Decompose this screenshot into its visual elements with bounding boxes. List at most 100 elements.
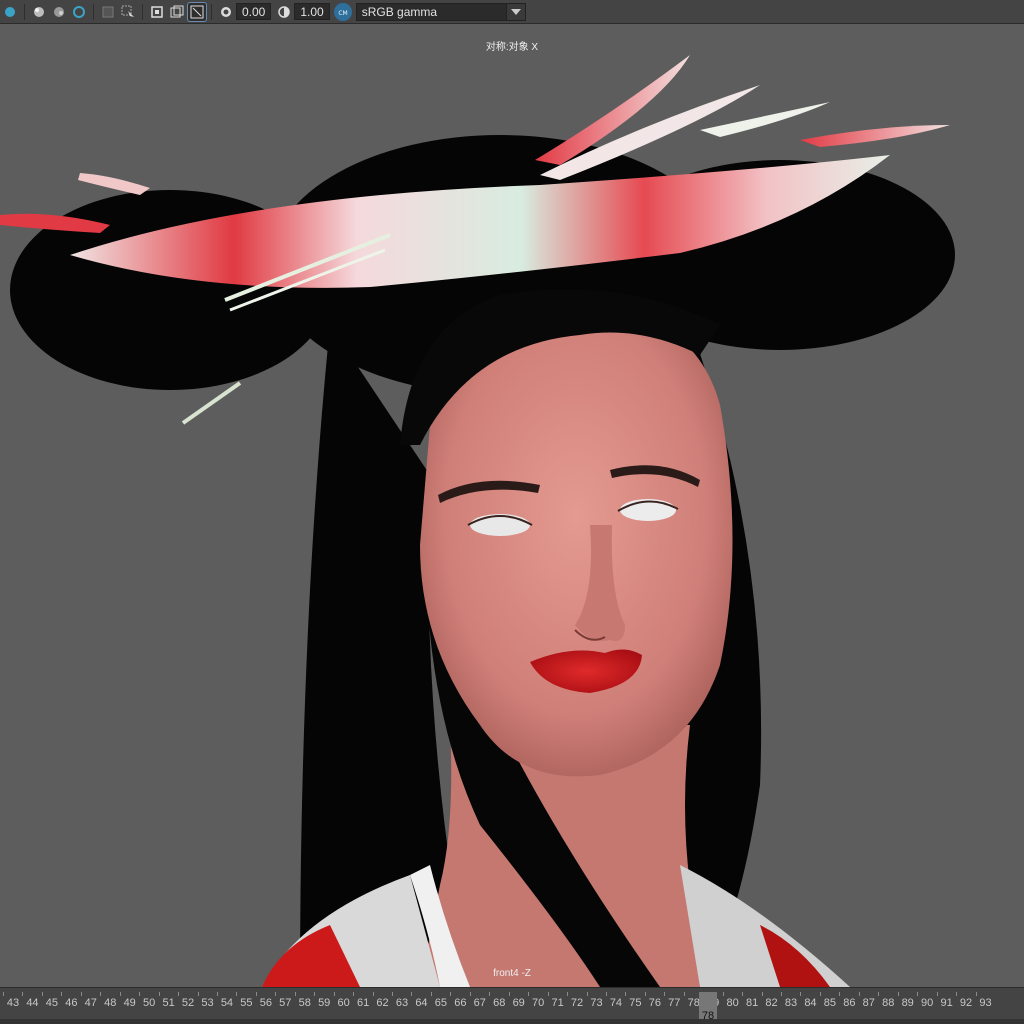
frame-tick-line	[450, 992, 452, 996]
frame-tick-label: 63	[395, 997, 409, 1009]
frame-tick-label: 53	[201, 997, 214, 1009]
frame-tick-line	[236, 992, 238, 996]
frame-tick-line	[469, 992, 471, 996]
frame-tick-line	[41, 992, 43, 996]
exposure-icon[interactable]	[217, 3, 235, 21]
frame-tick-label: 56	[259, 997, 272, 1009]
frame-tick-label: 55	[240, 997, 253, 1009]
frame-tick-label: 90	[921, 997, 934, 1009]
color-management-icon[interactable]: CM	[333, 2, 352, 21]
frame-tick-label: 73	[590, 997, 603, 1009]
frame-tick-line	[761, 992, 763, 996]
frame-tick-label: 75	[629, 997, 642, 1009]
frame-tick-label: 68	[493, 997, 506, 1009]
frame-tick-line	[255, 992, 257, 996]
frame-tick-label: 62	[376, 997, 389, 1009]
frame-tick-line	[528, 992, 530, 996]
frame-tick-line	[411, 992, 413, 996]
frame-tick-line	[664, 992, 666, 996]
xray-grid-icon[interactable]	[99, 3, 117, 21]
time-slider[interactable]: 43 44 45 46 47 48 49 50 51 52 53 54 55 56 57 58 59 60 61 62…	[0, 987, 1024, 1024]
frame-tick-line	[216, 992, 218, 996]
frame-tick-label: 70	[532, 997, 545, 1009]
frame-ruler[interactable]: 43 44 45 46 47 48 49 50 51 52 53 54 55 56 57 58 59 60 61 62…	[0, 992, 1024, 1014]
frame-tick-label: 84	[804, 997, 817, 1009]
gamma-icon[interactable]	[275, 3, 293, 21]
frame-tick-label: 47	[84, 997, 97, 1009]
chevron-down-icon[interactable]	[505, 3, 525, 20]
frame-tick-line	[61, 992, 63, 996]
frame-tick-line	[178, 992, 180, 996]
frame-tick-label: 77	[668, 997, 681, 1009]
frame-tick-label: 60	[337, 997, 350, 1009]
frame-tick-label: 45	[45, 997, 59, 1009]
toolbar-divider	[24, 3, 25, 20]
frame-tick-line	[430, 992, 432, 996]
3d-viewport[interactable]: 对称:对象 X front4 -Z	[0, 25, 1024, 987]
frame-tick-label: 50	[143, 997, 156, 1009]
frame-tick-label: 52	[181, 997, 195, 1009]
frame-tick-line	[333, 992, 335, 996]
left-eye	[470, 514, 530, 536]
frame-tick-line	[392, 992, 393, 996]
frame-tick-label: 48	[104, 997, 117, 1009]
frame-tick-line	[139, 992, 141, 996]
frame-tick-label: 76	[648, 997, 661, 1009]
frame-tick-label: 71	[551, 997, 564, 1009]
frame-tick-label: 65	[434, 997, 448, 1009]
rendered-character	[0, 55, 955, 987]
timeline-range-bar	[0, 1019, 1024, 1024]
view-transform-value: sRGB gamma	[361, 4, 438, 19]
isolate-select-icon[interactable]	[1, 3, 19, 21]
field-chart-icon[interactable]	[187, 1, 207, 22]
frame-tick-label: 87	[862, 997, 875, 1009]
frame-tick-label: 67	[473, 997, 486, 1009]
frame-tick-label: 43	[6, 997, 20, 1009]
textured-sphere-icon[interactable]	[50, 3, 68, 21]
frame-tick-label: 59	[318, 997, 331, 1009]
frame-tick-label: 61	[356, 997, 370, 1009]
frame-tick-line	[625, 992, 627, 996]
gate-mask-icon[interactable]	[168, 3, 186, 21]
frame-tick-line	[605, 992, 607, 996]
frame-tick-line	[508, 992, 510, 996]
frame-tick-label: 83	[784, 997, 798, 1009]
view-transform-dropdown[interactable]: sRGB gamma	[355, 2, 526, 21]
resolution-gate-icon[interactable]	[148, 3, 166, 21]
frame-tick-line	[858, 992, 860, 996]
toolbar-divider	[211, 3, 212, 20]
frame-tick-label: 72	[570, 997, 584, 1009]
frame-tick-line	[839, 992, 841, 996]
toolbar-divider	[93, 3, 94, 20]
frame-tick-line	[819, 992, 821, 996]
gamma-field[interactable]: 1.00	[294, 3, 330, 20]
frame-tick-label: 46	[65, 997, 78, 1009]
frame-tick-line	[158, 992, 160, 996]
lighting-ring-icon[interactable]	[70, 3, 88, 21]
frame-tick-line	[353, 992, 355, 996]
viewport-toolbar: 0.00 1.00 CM sRGB gamma	[0, 0, 1024, 24]
frame-tick-line	[119, 992, 121, 996]
frame-tick-line	[22, 992, 24, 996]
frame-tick-line	[781, 992, 782, 996]
frame-tick-line	[100, 992, 102, 996]
toolbar-divider	[142, 3, 143, 20]
frame-tick-line	[878, 992, 880, 996]
frame-tick-label: 86	[843, 997, 856, 1009]
cm-badge-text: CM	[338, 10, 347, 17]
shaded-sphere-icon[interactable]	[30, 3, 48, 21]
frame-tick-line	[917, 992, 919, 996]
frame-tick-line	[644, 992, 646, 996]
select-cursor-icon[interactable]	[119, 3, 137, 21]
frame-tick-label: 91	[940, 997, 953, 1009]
exposure-field[interactable]: 0.00	[236, 3, 272, 20]
frame-tick-line	[936, 992, 938, 996]
frame-tick-line	[975, 992, 977, 996]
frame-tick-line	[489, 992, 491, 996]
frame-tick-line	[372, 992, 374, 996]
frame-tick-line	[294, 992, 296, 996]
frame-tick-line	[897, 992, 899, 996]
frame-tick-line	[800, 992, 802, 996]
frame-tick-label: 69	[512, 997, 525, 1009]
frame-tick-label: 54	[220, 997, 234, 1009]
